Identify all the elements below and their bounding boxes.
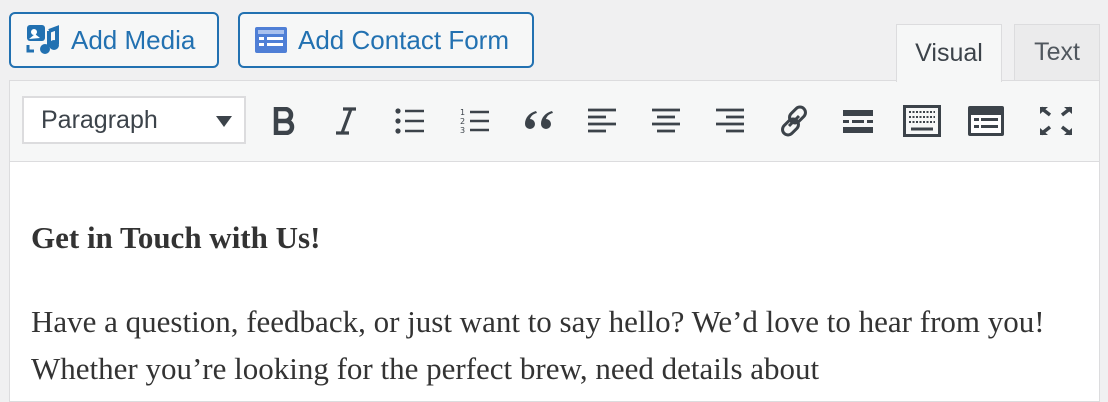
- contact-form-icon: [254, 26, 288, 54]
- tab-visual[interactable]: Visual: [896, 24, 1002, 82]
- svg-text:3: 3: [460, 126, 465, 135]
- align-right-icon: [716, 108, 744, 133]
- content-heading: Get in Touch with Us!: [31, 220, 321, 255]
- form-icon: [968, 106, 1004, 136]
- format-select-value: Paragraph: [41, 105, 158, 134]
- add-contact-form-button[interactable]: Add Contact Form: [238, 12, 534, 68]
- read-more-button[interactable]: [836, 99, 880, 143]
- svg-text:1: 1: [460, 108, 465, 117]
- blockquote-button[interactable]: [517, 99, 561, 143]
- add-media-icon: [25, 23, 61, 57]
- caret-down-icon: [216, 116, 232, 127]
- blockquote-icon: [525, 111, 553, 129]
- insert-form-button[interactable]: [964, 99, 1008, 143]
- italic-icon: [336, 107, 356, 135]
- editor-toolbar: Paragraph 1 2 3: [9, 80, 1100, 162]
- editor-content-area[interactable]: Get in Touch with Us! Have a question, f…: [9, 162, 1100, 402]
- toolbar-toggle-icon: [903, 105, 941, 137]
- italic-button[interactable]: [324, 99, 368, 143]
- tab-text-label: Text: [1034, 38, 1080, 66]
- bullet-list-icon: [395, 108, 424, 134]
- insert-link-button[interactable]: [772, 99, 816, 143]
- add-media-button[interactable]: Add Media: [9, 12, 219, 68]
- numbered-list-icon: 1 2 3: [460, 108, 489, 135]
- align-left-button[interactable]: [580, 99, 624, 143]
- align-right-button[interactable]: [708, 99, 752, 143]
- align-left-icon: [588, 108, 616, 133]
- bold-icon: [273, 107, 295, 135]
- read-more-icon: [843, 110, 873, 133]
- add-contact-form-label: Add Contact Form: [298, 24, 509, 55]
- tab-visual-label: Visual: [915, 39, 983, 67]
- add-media-label: Add Media: [71, 24, 196, 55]
- numbered-list-button[interactable]: 1 2 3: [453, 99, 497, 143]
- toolbar-toggle-button[interactable]: [900, 99, 944, 143]
- link-icon: [781, 105, 807, 137]
- svg-text:2: 2: [460, 117, 465, 126]
- fullscreen-button[interactable]: [1034, 99, 1078, 143]
- bold-button[interactable]: [262, 99, 306, 143]
- tab-text[interactable]: Text: [1014, 24, 1100, 80]
- content-paragraph: Have a question, feedback, or just want …: [31, 304, 1045, 386]
- align-center-button[interactable]: [644, 99, 688, 143]
- format-select[interactable]: Paragraph: [22, 96, 246, 144]
- bullet-list-button[interactable]: [388, 99, 432, 143]
- fullscreen-icon: [1039, 106, 1073, 136]
- align-center-icon: [652, 108, 680, 133]
